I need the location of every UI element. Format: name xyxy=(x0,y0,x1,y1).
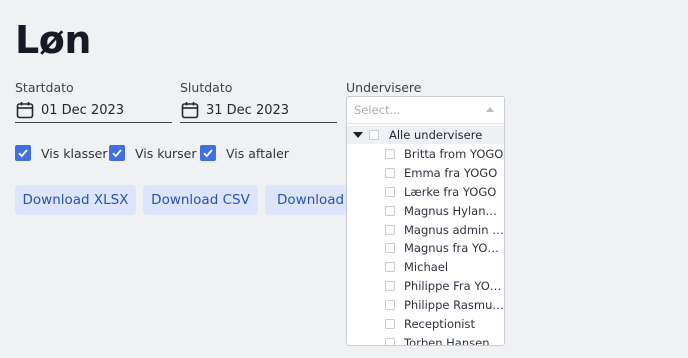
teachers-dropdown[interactable]: Select... Alle undervisere Britta from Y… xyxy=(346,96,505,346)
tree-checkbox[interactable] xyxy=(385,319,395,329)
list-item-label: Lærke fra YOGO xyxy=(404,185,497,199)
list-item-label: Philippe Fra YOGO xyxy=(404,279,504,293)
page-title: Løn xyxy=(15,18,91,62)
list-item-label: Emma fra YOGO xyxy=(404,166,498,180)
select-placeholder: Select... xyxy=(354,103,401,117)
list-item[interactable]: Michael xyxy=(347,258,504,276)
checkbox-checked-icon[interactable] xyxy=(200,145,216,161)
tree-checkbox[interactable] xyxy=(369,130,379,140)
tree-checkbox[interactable] xyxy=(385,206,395,216)
tree-checkbox[interactable] xyxy=(385,243,395,253)
end-date-label: Slutdato xyxy=(180,80,233,95)
tree-checkbox[interactable] xyxy=(385,168,395,178)
list-item[interactable]: Lærke fra YOGO xyxy=(347,183,504,201)
checkbox-vis-kurser[interactable]: Vis kurser xyxy=(109,145,197,161)
checkbox-checked-icon[interactable] xyxy=(109,145,125,161)
start-date-label: Startdato xyxy=(15,80,74,95)
tree-root-label: Alle undervisere xyxy=(389,128,483,142)
download-xlsx-button[interactable]: Download XLSX xyxy=(15,185,136,215)
list-item-label: Michael xyxy=(404,260,449,274)
tree-checkbox[interactable] xyxy=(385,300,395,310)
end-date-value: 31 Dec 2023 xyxy=(206,102,290,118)
download-csv-button[interactable]: Download CSV xyxy=(143,185,258,215)
list-item[interactable]: Philippe Rasmus... xyxy=(347,296,504,314)
list-item[interactable]: Magnus Hylander... xyxy=(347,202,504,220)
teachers-select-input[interactable]: Select... xyxy=(347,97,504,124)
list-item[interactable]: Magnus fra YOGO xyxy=(347,239,504,257)
tree-checkbox[interactable] xyxy=(385,281,395,291)
tree-checkbox[interactable] xyxy=(385,225,395,235)
tree-checkbox[interactable] xyxy=(385,338,395,345)
chevron-up-icon[interactable] xyxy=(486,107,494,112)
list-item[interactable]: Magnus admin F... xyxy=(347,221,504,239)
list-item-label: Magnus fra YOGO xyxy=(404,241,504,255)
checkbox-label: Vis klasser xyxy=(41,145,108,161)
start-date-value: 01 Dec 2023 xyxy=(41,102,125,118)
start-date-field[interactable]: 01 Dec 2023 xyxy=(15,98,172,123)
tree-root-all-teachers[interactable]: Alle undervisere xyxy=(347,126,504,144)
tree-checkbox[interactable] xyxy=(385,187,395,197)
checkbox-label: Vis aftaler xyxy=(226,145,289,161)
tree-checkbox[interactable] xyxy=(385,149,395,159)
list-item[interactable]: Torben Hansen xyxy=(347,334,504,346)
list-item[interactable]: Receptionist xyxy=(347,315,504,333)
list-item-label: Philippe Rasmus... xyxy=(404,298,504,312)
calendar-icon xyxy=(181,102,199,119)
list-item-label: Torben Hansen xyxy=(404,336,490,346)
expand-toggle-icon[interactable] xyxy=(353,132,363,138)
checkbox-vis-aftaler[interactable]: Vis aftaler xyxy=(200,145,289,161)
calendar-icon xyxy=(16,102,34,119)
tree-checkbox[interactable] xyxy=(385,262,395,272)
teachers-label: Undervisere xyxy=(346,80,422,95)
end-date-field[interactable]: 31 Dec 2023 xyxy=(180,98,337,123)
list-item[interactable]: Britta from YOGO xyxy=(347,145,504,163)
checkbox-checked-icon[interactable] xyxy=(15,145,31,161)
checkbox-label: Vis kurser xyxy=(135,145,197,161)
download-pdf-button[interactable]: Download P xyxy=(265,185,355,215)
list-item-label: Magnus Hylander... xyxy=(404,204,504,218)
list-item-label: Britta from YOGO xyxy=(404,147,504,161)
checkbox-vis-klasser[interactable]: Vis klasser xyxy=(15,145,107,161)
list-item[interactable]: Philippe Fra YOGO xyxy=(347,277,504,295)
list-item-label: Receptionist xyxy=(404,317,475,331)
list-item[interactable]: Emma fra YOGO xyxy=(347,164,504,182)
list-item-label: Magnus admin F... xyxy=(404,223,504,237)
